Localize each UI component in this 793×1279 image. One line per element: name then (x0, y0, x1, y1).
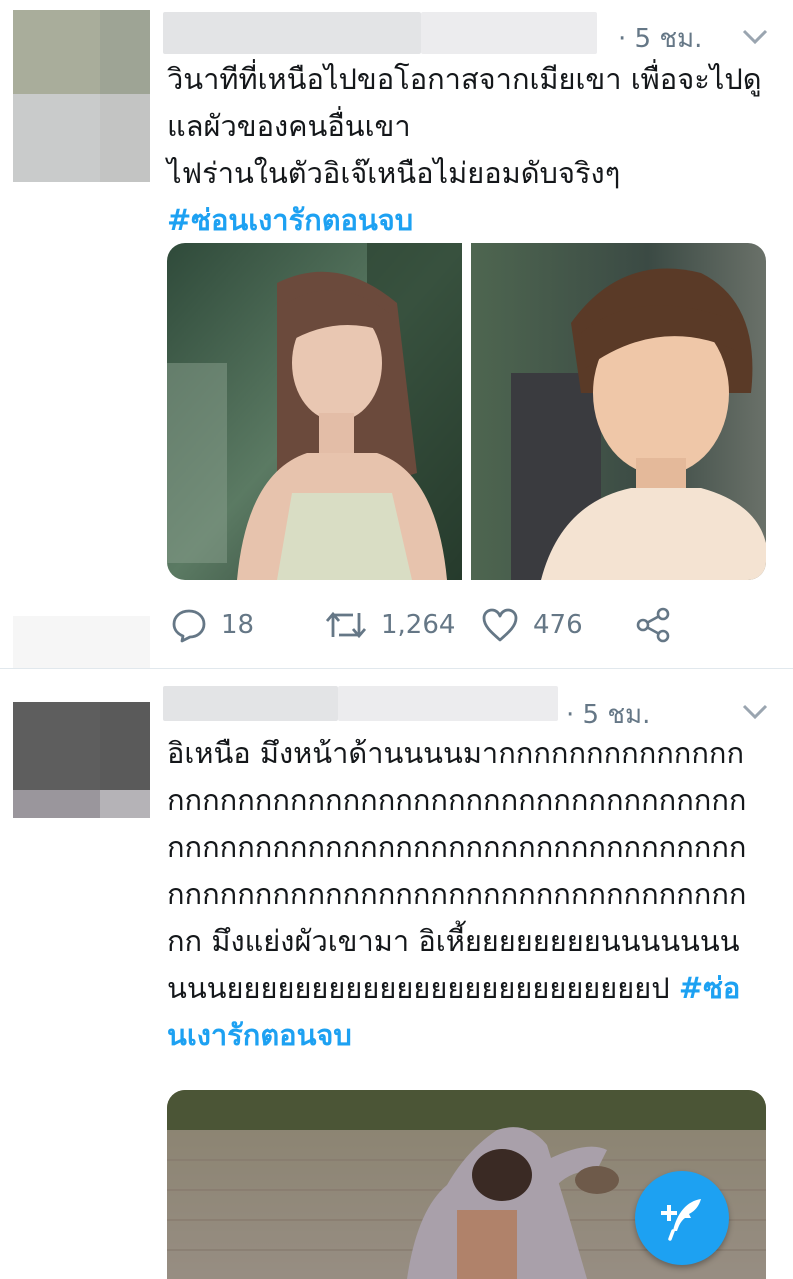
photo-woman (167, 243, 462, 580)
author-name-redacted (163, 686, 338, 721)
tweet-timestamp: · 5 ชม. (566, 700, 651, 730)
author-handle-redacted (421, 12, 597, 54)
tweet-text: อิเหนือ มึงหน้าด้านนนนมากกกกกกกกกกกกกกกก… (167, 730, 757, 1059)
reply-icon (172, 609, 206, 643)
tweet-photo-2[interactable] (471, 243, 766, 580)
tweet-text: วินาทีที่เหนือไปขอโอกาสจากเมียเขา เพื่อจ… (167, 56, 777, 244)
retweet-count: 1,264 (381, 610, 456, 640)
avatar[interactable] (13, 10, 150, 182)
chevron-down-icon[interactable] (741, 28, 769, 46)
author-name-redacted (163, 12, 421, 54)
tweet-actions: 18 1,264 476 (167, 600, 727, 650)
retweet-icon (325, 611, 367, 639)
share-button[interactable] (635, 600, 671, 650)
reply-button[interactable]: 18 (171, 600, 254, 650)
chevron-down-icon[interactable] (741, 703, 769, 721)
like-button[interactable]: 476 (481, 600, 583, 650)
tweet-timestamp: · 5 ชม. (618, 24, 703, 54)
share-icon (636, 607, 670, 643)
tweet-body: วินาทีที่เหนือไปขอโอกาสจากเมียเขา เพื่อจ… (167, 62, 762, 190)
retweet-button[interactable]: 1,264 (325, 600, 455, 650)
author-handle-redacted (338, 686, 558, 721)
reply-count: 18 (221, 610, 255, 640)
avatar[interactable] (13, 702, 150, 818)
tweet-body: อิเหนือ มึงหน้าด้านนนนมากกกกกกกกกกกกกกกก… (167, 736, 747, 1005)
heart-icon (482, 608, 518, 642)
compose-tweet-button[interactable] (635, 1171, 729, 1265)
feather-plus-icon (661, 1199, 701, 1241)
photo-man (471, 243, 766, 580)
blur-patch (13, 616, 150, 668)
tweet-1[interactable]: · 5 ชม. วินาทีที่เหนือไปขอโอกาสจากเมียเข… (0, 0, 793, 668)
like-count: 476 (533, 610, 583, 640)
tweet-photo-1[interactable] (167, 243, 462, 580)
hashtag-link[interactable]: #ซ่อนเงารักตอนจบ (167, 203, 413, 237)
